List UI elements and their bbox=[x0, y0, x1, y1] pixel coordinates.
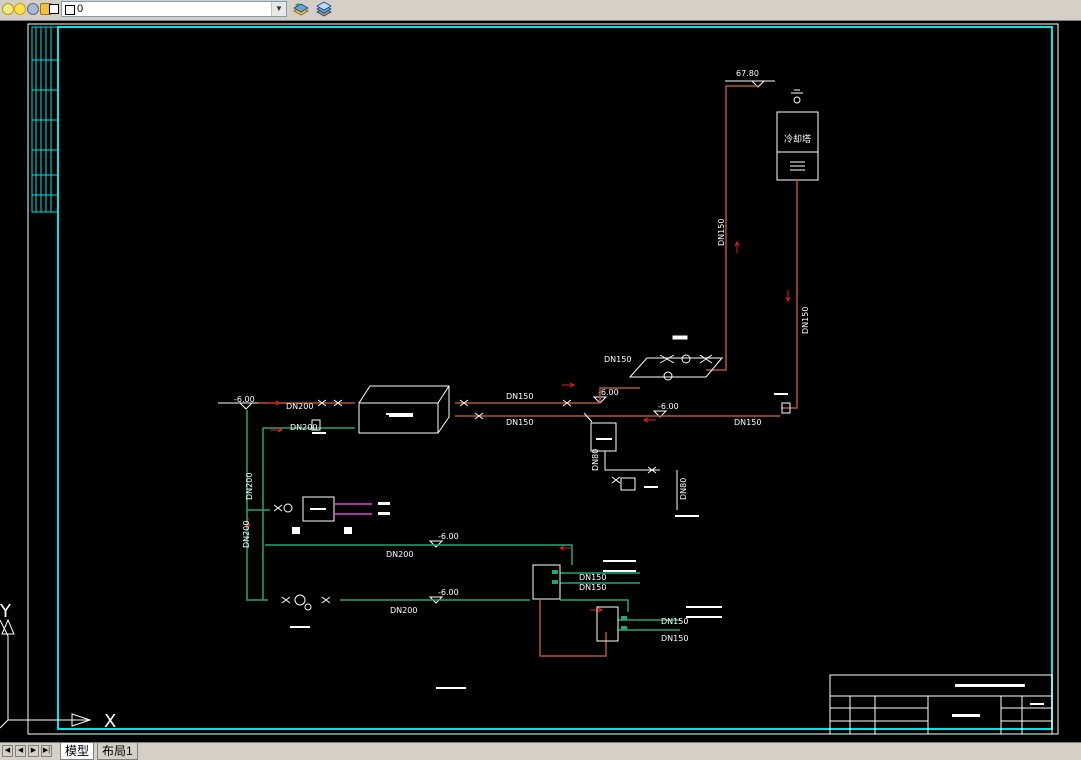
model-space-canvas[interactable]: 冷却塔 67.80 -6.00 -6.00 -6.00 -6.00 -6.00 bbox=[0, 20, 1081, 742]
filter-branch bbox=[334, 502, 390, 515]
color-swatch-icon[interactable] bbox=[49, 4, 59, 14]
layer-manager-icon[interactable] bbox=[315, 1, 333, 17]
annotation-strokes bbox=[290, 393, 788, 689]
tab-model[interactable]: 模型 bbox=[60, 743, 95, 760]
pipe-label: DN200 bbox=[386, 550, 413, 559]
next-tab-button[interactable]: ▶ bbox=[28, 745, 39, 757]
pipe-label: DN80 bbox=[679, 478, 688, 500]
pipe-label: DN150 bbox=[717, 219, 726, 246]
pipe-label: DN150 bbox=[506, 418, 533, 427]
filter-unit[interactable] bbox=[292, 496, 352, 534]
layer-previous-icon[interactable] bbox=[292, 1, 310, 17]
pipe-label: DN150 bbox=[734, 418, 761, 427]
previous-tab-button[interactable]: ◀ bbox=[15, 745, 26, 757]
pipe-label: DN80 bbox=[591, 449, 600, 471]
flow-arrows bbox=[245, 240, 791, 613]
pipe-label: DN200 bbox=[290, 423, 317, 432]
elevation-label: -6.00 bbox=[598, 388, 619, 397]
layout-tab-bar: ◀ ◀ ▶ ▶| 模型 布局1 bbox=[0, 742, 1081, 760]
tab-layout1[interactable]: 布局1 bbox=[97, 743, 138, 760]
elevation-marker bbox=[428, 540, 444, 548]
pipe-label: DN150 bbox=[661, 617, 688, 626]
softener-unit[interactable] bbox=[590, 422, 678, 510]
pipe-label: DN150 bbox=[801, 307, 810, 334]
ucs-icon bbox=[0, 618, 92, 729]
pipe-label: DN200 bbox=[390, 606, 417, 615]
layer-dropdown[interactable]: 0 ▼ bbox=[61, 1, 287, 17]
pipe-label: DN150 bbox=[579, 583, 606, 592]
elevation-label: -6.00 bbox=[438, 588, 459, 597]
valve-group bbox=[273, 399, 791, 611]
drawing-frame bbox=[57, 26, 1053, 730]
cooling-tower[interactable]: 冷却塔 bbox=[776, 89, 819, 181]
pipe-label: DN150 bbox=[604, 355, 631, 364]
title-block bbox=[829, 674, 1053, 735]
pipe-label: DN150 bbox=[506, 392, 533, 401]
elevation-label: -6.00 bbox=[658, 402, 679, 411]
pipe-label: DN200 bbox=[286, 402, 313, 411]
ucs-y-label: Y bbox=[0, 601, 12, 622]
pipe-label: DN200 bbox=[242, 521, 251, 548]
first-tab-button[interactable]: ◀ bbox=[2, 745, 13, 757]
chevron-down-icon[interactable]: ▼ bbox=[271, 2, 286, 16]
sun-icon[interactable] bbox=[14, 3, 26, 15]
supply-pipes bbox=[246, 410, 680, 631]
bulb-icon[interactable] bbox=[2, 3, 14, 15]
gear-icon[interactable] bbox=[27, 3, 39, 15]
layer-dropdown-value: 0 bbox=[77, 3, 84, 15]
pipe-label: DN150 bbox=[579, 573, 606, 582]
return-pipes bbox=[258, 85, 798, 657]
binding-strip bbox=[31, 26, 59, 213]
pipe-label: DN200 bbox=[245, 473, 254, 500]
elevation-label: 67.80 bbox=[736, 69, 759, 78]
layer-color-swatch bbox=[65, 5, 75, 15]
sheet-outer-border bbox=[27, 23, 1059, 735]
elevation-label: -6.00 bbox=[438, 532, 459, 541]
last-tab-button[interactable]: ▶| bbox=[41, 745, 52, 757]
pump-skid[interactable] bbox=[628, 335, 724, 381]
cooling-tower-label: 冷却塔 bbox=[784, 133, 811, 145]
layer-toolbar: 0 ▼ bbox=[0, 0, 1081, 21]
water-tank[interactable] bbox=[358, 385, 450, 434]
pipe-label: DN150 bbox=[661, 634, 688, 643]
ucs-x-label: X bbox=[104, 711, 116, 732]
